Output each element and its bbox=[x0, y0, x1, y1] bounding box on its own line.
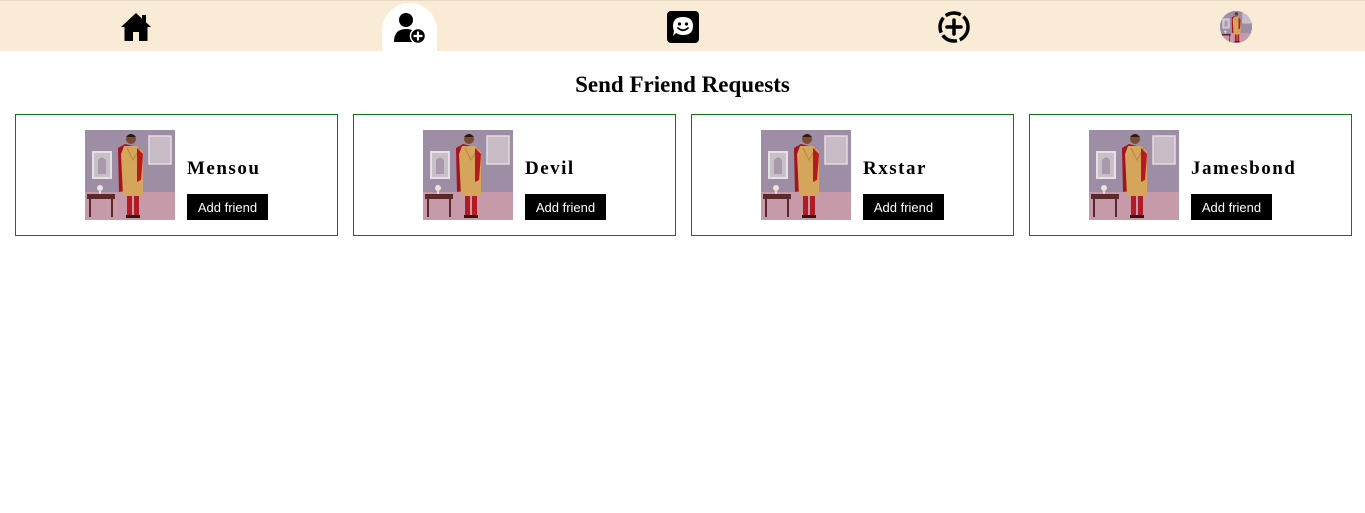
nav-chat[interactable] bbox=[659, 1, 707, 52]
home-icon bbox=[121, 12, 151, 41]
friend-name: Mensou bbox=[187, 158, 261, 179]
add-friend-button[interactable]: Add friend bbox=[525, 194, 606, 220]
friend-card: Rxstar Add friend bbox=[691, 114, 1014, 236]
friend-photo bbox=[85, 130, 175, 220]
nav-home[interactable] bbox=[112, 1, 160, 52]
friend-photo bbox=[761, 130, 851, 220]
nav-add-friend[interactable] bbox=[382, 3, 437, 52]
add-friend-icon bbox=[393, 12, 426, 44]
chat-icon bbox=[667, 10, 699, 43]
friend-photo bbox=[1089, 130, 1179, 220]
friend-name: Jamesbond bbox=[1191, 158, 1297, 179]
friend-name: Rxstar bbox=[863, 158, 927, 179]
create-post-icon bbox=[938, 10, 970, 43]
friend-card: Jamesbond Add friend bbox=[1029, 114, 1352, 236]
add-friend-button[interactable]: Add friend bbox=[863, 194, 944, 220]
page-title: Send Friend Requests bbox=[575, 72, 790, 97]
top-navbar bbox=[0, 0, 1365, 52]
friend-name: Devil bbox=[525, 158, 575, 179]
nav-create-post[interactable] bbox=[930, 1, 978, 52]
friend-card: Devil Add friend bbox=[353, 114, 676, 236]
add-friend-button[interactable]: Add friend bbox=[187, 194, 268, 220]
nav-profile[interactable] bbox=[1212, 1, 1260, 52]
add-friend-button[interactable]: Add friend bbox=[1191, 194, 1272, 220]
friend-card: Mensou Add friend bbox=[15, 114, 338, 236]
profile-avatar bbox=[1220, 10, 1252, 43]
friend-photo bbox=[423, 130, 513, 220]
